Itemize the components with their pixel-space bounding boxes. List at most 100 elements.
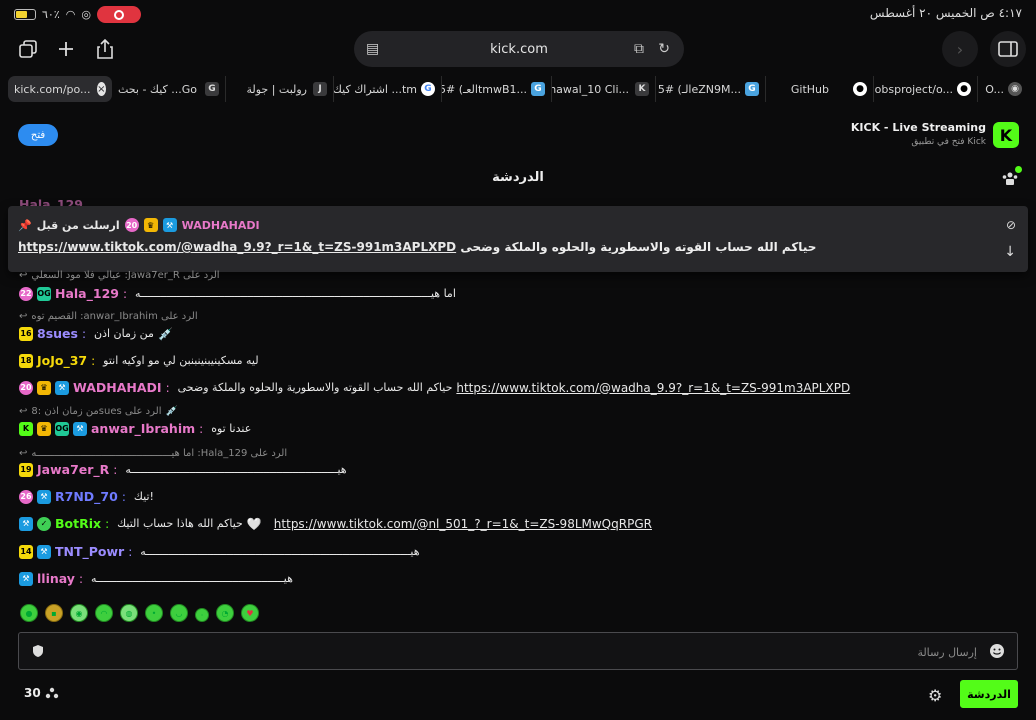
chat-message: 14 ⚒ TNT_Powr: هيـــــــــــــــــــــــ… (19, 544, 420, 559)
emote-3-icon[interactable]: ◉ (70, 604, 88, 622)
emote-6-icon[interactable]: • (145, 604, 163, 622)
tab-google-search[interactable]: كيك - بحث ...Go G (112, 76, 226, 102)
emote-7-icon[interactable]: ◡ (170, 604, 188, 622)
open-in-app-button[interactable]: فتح (18, 124, 58, 146)
battery-icon (14, 9, 36, 20)
tab-obs[interactable]: O... ◉ (978, 76, 1028, 102)
tab-label: O... (985, 82, 1004, 96)
expand-arrow-icon[interactable]: ↓ (1004, 244, 1016, 260)
colon: : (91, 353, 96, 368)
forward-button[interactable]: › (942, 31, 978, 67)
sidebar-toggle-button[interactable] (990, 31, 1026, 67)
viewer-count-value: 30 (24, 686, 41, 700)
chat-username[interactable]: TNT_Powr (55, 544, 124, 559)
pinned-sent-by-label: ارسلت من قبل (36, 218, 120, 232)
tab-5ezn9m[interactable]: الـ) #5eZN9M... G (656, 76, 766, 102)
emote-5-icon[interactable]: ◍ (120, 604, 138, 622)
hide-eye-icon[interactable]: ⊘ (1006, 218, 1016, 232)
chat-username[interactable]: llinay (37, 571, 75, 586)
chat-message: 26 ⚒ R7ND_70: تيك! (19, 489, 154, 504)
sidebar-icon (998, 41, 1018, 57)
emote-icon: 💉 (165, 406, 178, 417)
share-button[interactable] (90, 34, 120, 64)
pinned-body: https://www.tiktok.com/@wadha_9.9?_r=1&_… (18, 240, 816, 254)
google-favicon-icon: G (205, 82, 219, 96)
subscriber-badge: 18 (19, 353, 33, 368)
tab-kick-subscription[interactable]: اشتراك كيك ...tm G (334, 76, 442, 102)
emote-1-icon[interactable]: ● (20, 604, 38, 622)
chat-text: هيــــــــــــــــــــــــــــــــــــــ… (125, 463, 347, 476)
emote-2-icon[interactable]: ▪ (45, 604, 63, 622)
chat-message-input[interactable] (59, 641, 977, 663)
emoji-picker-icon[interactable] (989, 643, 1005, 662)
crown-badge-icon: ♛ (143, 218, 158, 232)
tab-kick[interactable]: kick.com/po... × (8, 76, 112, 102)
emote-icon: 💉 (157, 326, 173, 341)
chat-link[interactable]: https://www.tiktok.com/@nl_501_?_r=1&_t=… (274, 517, 652, 531)
emote-8-icon[interactable]: · (195, 608, 209, 622)
reader-mode-icon[interactable]: ▤ (366, 41, 379, 57)
address-text: kick.com (490, 41, 548, 57)
chat-text: تيك! (133, 490, 154, 503)
subscriber-badge: 19 (19, 462, 33, 477)
tab-bar: kick.com/po... × كيك - بحث ...Go G رولبت… (8, 76, 1028, 102)
tab-obsproject[interactable]: obsproject/o... ● (874, 76, 978, 102)
reply-arrow-icon: ↩ (19, 406, 28, 417)
online-indicator (1015, 166, 1022, 173)
chat-username[interactable]: WADHAHADI (73, 380, 162, 395)
pinned-link[interactable]: https://www.tiktok.com/@wadha_9.9?_r=1&_… (18, 240, 456, 254)
crown-badge-icon: ♛ (37, 421, 51, 436)
og-badge-icon: OG (55, 421, 69, 436)
reply-reference: ↩ من زمان اذن :8sues الرد على 💉 (19, 406, 178, 417)
chat-username[interactable]: 8sues (37, 326, 78, 341)
status-time-date: ٤:١٧ ص الخميس ٢٠ أغسطس (869, 6, 1022, 20)
shield-icon[interactable] (31, 644, 45, 661)
chat-message: K ♛ OG ⚒ anwar_Ibrahim: عندنا توه (19, 421, 251, 436)
app-banner-subtitle: فتح في تطبيق Kick (911, 137, 986, 147)
send-chat-button[interactable]: الدردشة (960, 680, 1018, 708)
emote-4-icon[interactable]: ◠ (95, 604, 113, 622)
chat-text: عندنا توه (211, 422, 252, 435)
chat-username[interactable]: anwar_Ibrahim (91, 421, 195, 436)
chat-text: ليه مسكينيبنينبنبن لي مو اوكيه انتو (103, 354, 259, 367)
extensions-icon[interactable]: ⧉ (634, 41, 644, 57)
gear-icon[interactable]: ⚙ (928, 686, 942, 705)
reply-text: من زمان اذن :8sues الرد على (31, 406, 162, 417)
chat-username[interactable]: R7ND_70 (55, 489, 118, 504)
chat-link[interactable]: https://www.tiktok.com/@wadha_9.9?_r=1&_… (456, 381, 850, 395)
emote-9-icon[interactable]: ◔ (216, 604, 234, 622)
j-favicon-icon: J (313, 82, 327, 96)
chat-input-box (18, 632, 1018, 670)
tab-github[interactable]: GitHub ● (766, 76, 874, 102)
app-banner-title: KICK - Live Streaming (850, 121, 986, 134)
screen-recording-indicator[interactable] (96, 6, 141, 23)
chat-username[interactable]: Jawa7er_R (37, 462, 109, 477)
chat-title: الدردشة (492, 170, 544, 185)
chat-username[interactable]: Hala_129 (55, 286, 119, 301)
new-tab-button[interactable] (51, 34, 81, 64)
reply-text: القصيم توه :anwar_Ibrahim الرد على (31, 311, 198, 322)
pinned-username[interactable]: WADHAHADI (182, 219, 260, 232)
reload-icon[interactable]: ↻ (658, 41, 670, 57)
chatters-button[interactable] (1002, 170, 1018, 189)
close-icon[interactable]: × (96, 82, 106, 96)
verified-badge-icon: ✓ (37, 516, 51, 531)
reply-text: اما هيــــــــــــــــــــــــــــــــــ… (31, 448, 288, 459)
tab-label: رولبت | جولة (246, 82, 307, 96)
emote-10-icon[interactable]: ♥ (241, 604, 259, 622)
g-favicon-icon: G (531, 82, 545, 96)
tab-roobet[interactable]: رولبت | جولة J (226, 76, 334, 102)
chat-username[interactable]: JoJo_37 (37, 353, 87, 368)
tab-nawal-clip[interactable]: nawal_10 Cli... K (552, 76, 656, 102)
tabs-overview-button[interactable] (13, 34, 43, 64)
tab-5tmwb1[interactable]: العـ) #5tmwB1... G (442, 76, 552, 102)
colon: : (122, 286, 128, 301)
colon: : (121, 489, 126, 504)
chat-username[interactable]: BotRix (55, 516, 101, 531)
og-badge-icon: OG (37, 286, 51, 301)
address-bar[interactable]: ▤ kick.com ⧉ ↻ (354, 31, 684, 67)
tab-label: nawal_10 Cli... (552, 82, 629, 96)
moderator-badge-icon: ⚒ (37, 489, 51, 504)
github-icon: ● (957, 82, 971, 96)
chat-message: 20 ♛ ⚒ WADHAHADI: حياكم الله حساب القوته… (19, 380, 850, 395)
